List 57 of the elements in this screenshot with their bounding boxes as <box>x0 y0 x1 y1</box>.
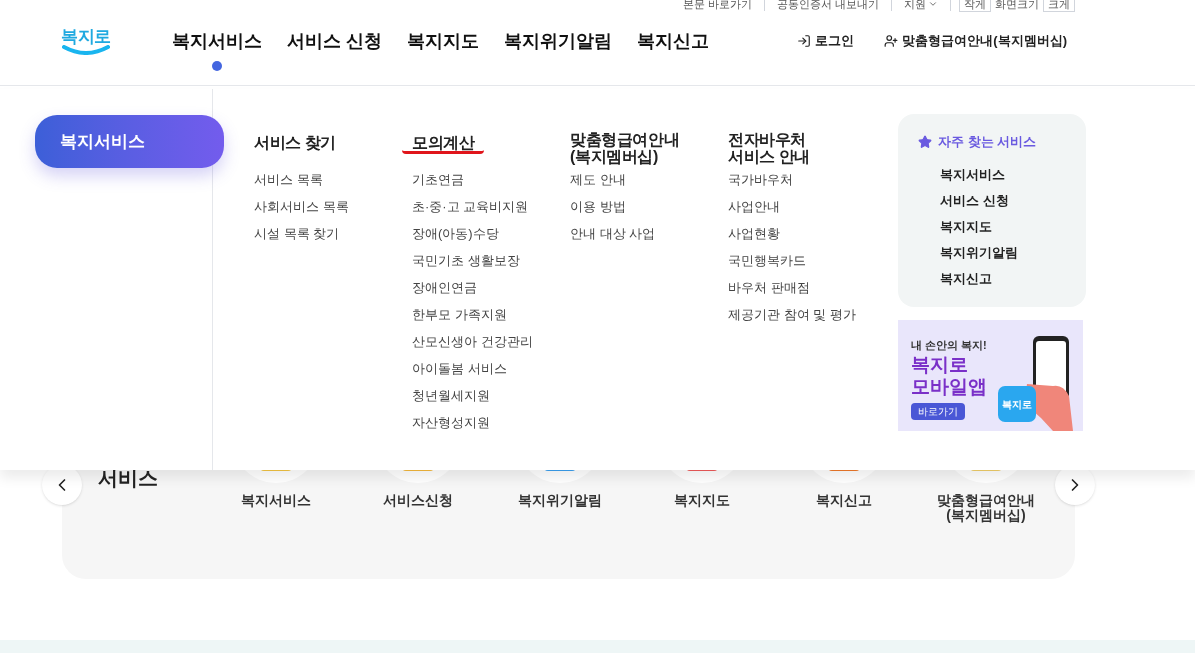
menu-link[interactable]: 제도 안내 <box>570 171 728 189</box>
column-heading[interactable]: 모의계산 <box>402 134 485 154</box>
banner-button[interactable]: 바로가기 <box>911 402 965 420</box>
utility-link[interactable]: 공동인증서 내보내기 <box>764 0 892 11</box>
nav-tab[interactable]: 복지신고 <box>637 11 709 71</box>
menu-link[interactable]: 이용 방법 <box>570 198 728 216</box>
menu-link[interactable]: 초·중·고 교육비지원 <box>412 198 570 216</box>
favorites-title: 자주 찾는 서비스 <box>938 133 1037 151</box>
menu-link[interactable]: 장애(아동)수당 <box>412 225 570 243</box>
nav-tab[interactable]: 복지위기알림 <box>504 11 612 71</box>
banner-kicker: 내 손안의 복지! <box>911 338 988 353</box>
menu-link[interactable]: 기초연금 <box>412 171 570 189</box>
menu-link[interactable]: 서비스 목록 <box>254 171 412 189</box>
nav-tab[interactable]: 복지서비스 <box>172 11 262 71</box>
section-title: 서비스 <box>98 467 158 489</box>
nav-tab[interactable]: 복지지도 <box>407 11 479 71</box>
menu-link[interactable]: 산모신생아 건강관리 <box>412 333 570 351</box>
menu-link[interactable]: 국가바우처 <box>728 171 886 189</box>
menu-link[interactable]: 국민기초 생활보장 <box>412 252 570 270</box>
menu-link[interactable]: 자산형성지원 <box>412 414 570 432</box>
smile-icon <box>62 44 110 55</box>
utility-link[interactable]: 본문 바로가기 <box>670 0 765 11</box>
menu-link[interactable]: 사업현황 <box>728 225 886 243</box>
menu-link[interactable]: 사회서비스 목록 <box>254 198 412 216</box>
utility-link[interactable]: 지원 <box>892 0 951 11</box>
favorite-link[interactable]: 복지신고 <box>940 269 1086 287</box>
app-icon: 복지로 <box>998 386 1036 422</box>
star-icon <box>918 134 932 149</box>
login-icon <box>797 34 812 48</box>
favorite-link[interactable]: 복지지도 <box>940 217 1086 235</box>
menu-link[interactable]: 안내 대상 사업 <box>570 225 728 243</box>
menu-link[interactable]: 청년월세지원 <box>412 387 570 405</box>
chevron-down-icon <box>928 0 938 9</box>
menu-link[interactable]: 시설 목록 찾기 <box>254 225 412 243</box>
menu-link[interactable]: 아이돌봄 서비스 <box>412 360 570 378</box>
banner-title: 복지로 모바일앱 <box>911 353 988 398</box>
menu-link[interactable]: 장애인연금 <box>412 279 570 297</box>
favorite-link[interactable]: 서비스 신청 <box>940 191 1086 209</box>
menu-link[interactable]: 국민행복카드 <box>728 252 886 270</box>
font-larger-button[interactable]: 크게 <box>1043 0 1075 12</box>
favorite-link[interactable]: 복지위기알림 <box>940 243 1086 261</box>
column-heading[interactable]: 맞춤형급여안내 (복지멤버십) <box>570 131 680 165</box>
menu-link[interactable]: 바우처 판매점 <box>728 279 886 297</box>
login-link[interactable]: 로그인 <box>797 31 855 51</box>
nav-tab[interactable]: 서비스 신청 <box>287 11 382 71</box>
favorite-link[interactable]: 복지서비스 <box>940 165 1086 183</box>
menu-link[interactable]: 사업안내 <box>728 198 886 216</box>
user-add-icon <box>884 34 899 48</box>
font-smaller-button[interactable]: 작게 <box>959 0 991 12</box>
menu-category-button[interactable]: 복지서비스 <box>35 115 224 168</box>
app-banner[interactable]: 내 손안의 복지! 복지로 모바일앱 바로가기 복지로 <box>898 320 1083 431</box>
membership-link[interactable]: 맞춤형급여안내(복지멤버십) <box>884 31 1067 51</box>
menu-link[interactable]: 한부모 가족지원 <box>412 306 570 324</box>
column-heading[interactable]: 서비스 찾기 <box>254 134 337 151</box>
column-heading[interactable]: 전자바우처 서비스 안내 <box>728 131 811 165</box>
font-size-label: 화면크기 <box>995 0 1039 12</box>
menu-link[interactable]: 제공기관 참여 및 평가 <box>728 306 886 324</box>
